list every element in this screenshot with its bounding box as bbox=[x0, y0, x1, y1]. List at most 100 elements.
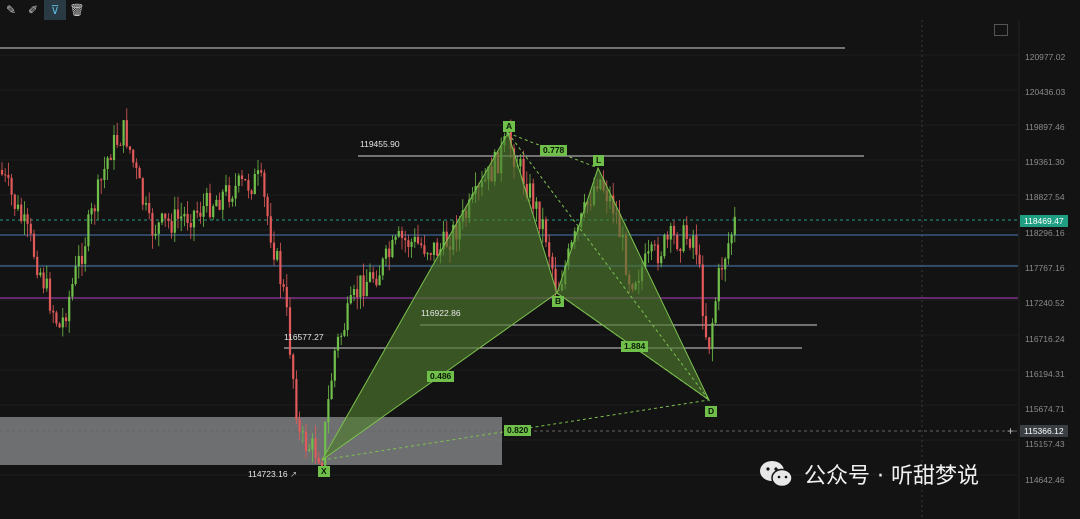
candle-body bbox=[250, 190, 253, 195]
trash-icon[interactable]: 🗑 bbox=[66, 0, 88, 20]
price-axis-label: 119361.30 bbox=[1025, 157, 1065, 167]
candle-body bbox=[84, 246, 87, 264]
candle-body bbox=[672, 225, 676, 236]
brush-icon[interactable]: ✐ bbox=[22, 0, 44, 20]
candle-body bbox=[532, 183, 535, 209]
candle-body bbox=[93, 208, 96, 212]
crosshair-plus-icon[interactable]: + bbox=[1007, 425, 1019, 437]
candle-body bbox=[314, 438, 317, 458]
price-axis-label: 114642.46 bbox=[1025, 475, 1065, 485]
filter-icon[interactable]: ⊽ bbox=[44, 0, 66, 20]
candle-body bbox=[365, 281, 368, 297]
candle-body bbox=[394, 236, 397, 240]
candle-body bbox=[106, 157, 109, 169]
candle-body bbox=[173, 209, 176, 233]
candle-body bbox=[10, 177, 13, 195]
candle-body bbox=[80, 255, 84, 264]
candle-body bbox=[71, 283, 74, 297]
candle-body bbox=[695, 235, 698, 255]
candle-body bbox=[221, 191, 224, 210]
candle-body bbox=[90, 208, 93, 215]
candle-body bbox=[125, 120, 128, 147]
candle-body bbox=[189, 223, 192, 228]
fullscreen-icon[interactable] bbox=[994, 24, 1008, 36]
candle-body bbox=[247, 180, 250, 191]
point-d-label: D bbox=[705, 406, 718, 417]
price-axis-label: 118827.54 bbox=[1025, 192, 1065, 202]
candle-body bbox=[55, 312, 58, 324]
ratio-xb-label: 0.486 bbox=[427, 371, 455, 382]
candle-body bbox=[727, 243, 730, 259]
price-axis-label: 115674.71 bbox=[1025, 404, 1065, 414]
candle-body bbox=[397, 230, 400, 237]
candle-body bbox=[260, 170, 263, 173]
candle-body bbox=[362, 275, 365, 297]
candle-body bbox=[87, 214, 90, 247]
candle-body bbox=[132, 149, 135, 163]
point-x-label: X bbox=[318, 466, 330, 477]
candle-body bbox=[176, 209, 180, 219]
candle-body bbox=[276, 250, 279, 260]
candle-body bbox=[205, 192, 208, 207]
candle-body bbox=[378, 275, 381, 286]
candle-body bbox=[304, 431, 308, 451]
candle-body bbox=[663, 235, 666, 257]
candle-body bbox=[170, 220, 173, 233]
candle-body bbox=[317, 457, 320, 464]
candle-body bbox=[215, 199, 218, 207]
candle-body bbox=[679, 249, 682, 252]
point-a-label: A bbox=[503, 121, 516, 132]
candle-body bbox=[122, 120, 125, 146]
candle-body bbox=[346, 303, 349, 331]
candle-body bbox=[77, 255, 80, 267]
candle-body bbox=[253, 173, 256, 195]
watermark: 公众号 · 听甜梦说 bbox=[758, 458, 979, 490]
candle-body bbox=[669, 225, 672, 240]
ratio-bd-label: 1.884 bbox=[621, 341, 649, 352]
candle-body bbox=[356, 289, 359, 298]
candle-body bbox=[704, 316, 708, 338]
candle-body bbox=[23, 214, 26, 222]
candle-body bbox=[103, 168, 106, 181]
candle-body bbox=[228, 185, 231, 202]
current-price-tag: 118469.47 bbox=[1020, 215, 1068, 227]
price-chart[interactable] bbox=[0, 0, 1080, 519]
candle-body bbox=[429, 253, 432, 255]
price-axis-label: 116716.24 bbox=[1025, 334, 1065, 344]
level-b-price: 116922.86 bbox=[421, 308, 461, 318]
candle-body bbox=[708, 337, 711, 350]
edit-text-icon[interactable]: ✎ bbox=[0, 0, 22, 20]
candle-body bbox=[148, 203, 151, 214]
candle-body bbox=[698, 254, 701, 265]
candle-body bbox=[157, 222, 160, 234]
candle-body bbox=[244, 179, 247, 181]
candle-body bbox=[647, 251, 650, 254]
candle-body bbox=[372, 272, 375, 279]
candle-body bbox=[42, 272, 45, 289]
candle-body bbox=[733, 216, 736, 235]
candle-body bbox=[196, 210, 199, 213]
candle-body bbox=[199, 212, 202, 217]
candle-body bbox=[349, 295, 352, 304]
price-axis-label: 118296.16 bbox=[1025, 228, 1065, 238]
candle-body bbox=[688, 238, 692, 248]
level-x-low-price: 114723.16 bbox=[248, 469, 288, 479]
candle-body bbox=[298, 419, 301, 432]
pattern-bcd-triangle bbox=[556, 166, 711, 402]
candle-body bbox=[116, 134, 119, 145]
candle-body bbox=[436, 242, 439, 256]
candle-body bbox=[541, 219, 544, 230]
candle-body bbox=[128, 146, 132, 150]
candle-body bbox=[381, 258, 384, 276]
candle-body bbox=[68, 296, 71, 322]
candle-body bbox=[404, 238, 407, 241]
candle-body bbox=[231, 198, 234, 202]
chart-area[interactable]: ✎ ✐ ⊽ 🗑 120977.02 120436.03 119897.46 119361.3… bbox=[0, 0, 1080, 519]
candle-body bbox=[685, 225, 688, 239]
point-b-label: B bbox=[552, 296, 565, 307]
candle-body bbox=[730, 234, 733, 244]
arrow-icon: ↗ bbox=[290, 469, 298, 479]
candle-body bbox=[308, 449, 311, 451]
candle-body bbox=[352, 289, 356, 296]
candle-body bbox=[119, 144, 122, 146]
